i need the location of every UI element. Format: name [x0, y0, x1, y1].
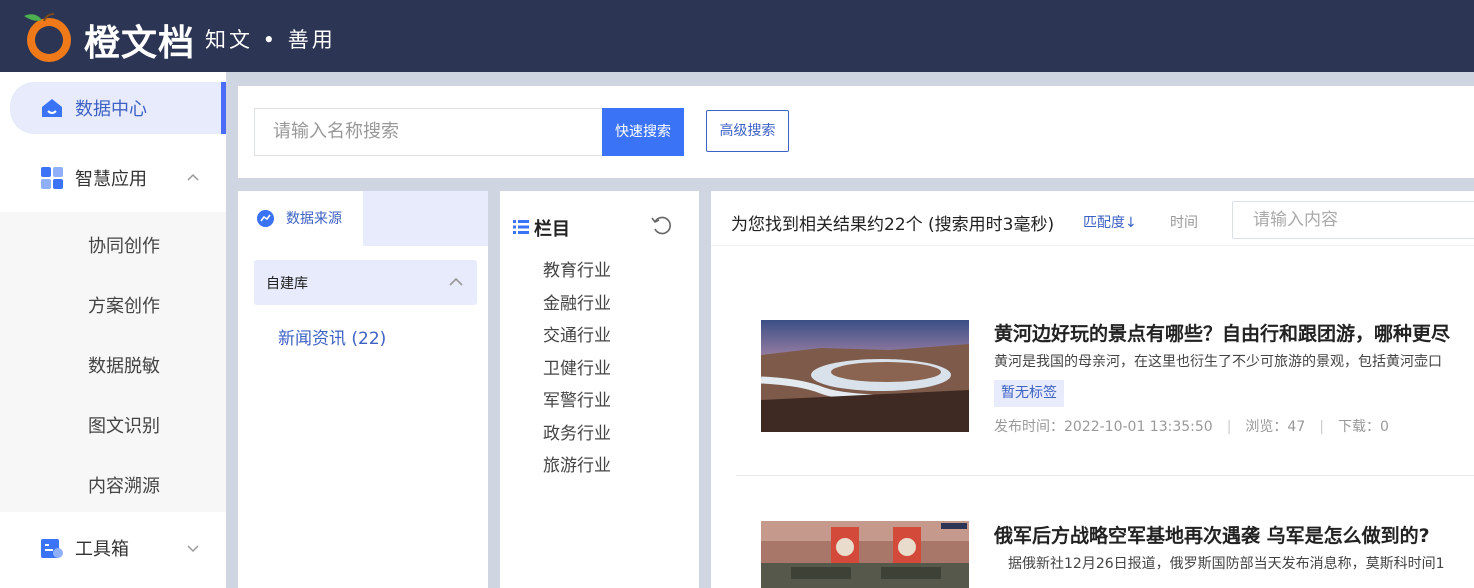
- sidebar-submenu: 协同创作 方案创作 数据脱敏 图文识别 内容溯源: [0, 212, 226, 512]
- result-meta: 发布时间：2022-10-01 13:35:50 | 浏览：47 | 下载：0: [994, 416, 1389, 436]
- category-item[interactable]: 金融行业: [543, 289, 611, 314]
- result-views: 浏览：47: [1245, 419, 1306, 435]
- sidebar-subitem[interactable]: 内容溯源: [88, 472, 160, 498]
- chevron-up-icon[interactable]: [448, 276, 464, 288]
- category-panel: 栏目 教育行业 金融行业 交通行业 卫健行业 军警行业 政务行业 旅游行业: [500, 191, 699, 588]
- top-header: 橙文档 知文 • 善用: [0, 0, 1474, 72]
- sidebar-item-label: 数据中心: [75, 99, 147, 120]
- sidebar-item-toolbox[interactable]: 工具箱: [0, 522, 226, 574]
- home-icon: [42, 99, 62, 117]
- sidebar: 数据中心 智慧应用 协同创作 方案创作 数据脱敏 图文识别 内容溯源 工具箱: [0, 72, 226, 588]
- sidebar-subitem[interactable]: 协同创作: [88, 232, 160, 258]
- result-title[interactable]: 黄河边好玩的景点有哪些？自由行和跟团游，哪种更尽: [994, 319, 1450, 346]
- result-divider: [736, 475, 1474, 476]
- sidebar-item-label: 工具箱: [75, 539, 129, 560]
- meta-separator: |: [1226, 419, 1232, 435]
- results-summary: 为您找到相关结果约22个 (搜索用时3毫秒): [731, 215, 1055, 235]
- result-published: 发布时间：2022-10-01 13:35:50: [994, 419, 1213, 435]
- sidebar-subitem[interactable]: 数据脱敏: [88, 352, 160, 378]
- result-thumbnail[interactable]: [761, 320, 969, 432]
- library-group-self-built[interactable]: 自建库: [254, 260, 477, 305]
- tab-label: 数据来源: [286, 211, 342, 227]
- toolbox-icon: [41, 539, 63, 558]
- search-panel: 请输入名称搜索 快速搜索 高级搜索: [238, 86, 1474, 178]
- data-source-panel: 数据来源 自建库 新闻资讯 (22): [238, 191, 488, 588]
- advanced-search-button[interactable]: 高级搜索: [706, 110, 789, 152]
- sort-by-time[interactable]: 时间: [1170, 212, 1198, 232]
- chevron-down-icon[interactable]: [186, 541, 200, 555]
- result-downloads: 下载：0: [1337, 419, 1389, 435]
- sort-by-relevance[interactable]: 匹配度↓: [1083, 212, 1137, 232]
- orange-logo-icon[interactable]: [22, 10, 76, 64]
- result-tag: 暂无标签: [994, 380, 1064, 407]
- category-item[interactable]: 卫健行业: [543, 354, 611, 379]
- category-item[interactable]: 交通行业: [543, 321, 611, 346]
- sidebar-item-data-center[interactable]: 数据中心: [0, 82, 226, 134]
- apps-grid-icon: [41, 167, 63, 189]
- result-summary: 黄河是我国的母亲河，在这里也衍生了不少可旅游的景观，包括黄河壶口: [994, 354, 1442, 370]
- data-source-icon: [257, 210, 274, 227]
- meta-separator: |: [1319, 419, 1324, 435]
- tab-strip-filler: [363, 191, 488, 246]
- result-thumbnail[interactable]: [761, 521, 969, 588]
- quick-search-button[interactable]: 快速搜索: [602, 108, 684, 156]
- sidebar-item-label: 智慧应用: [75, 169, 147, 190]
- sidebar-item-smart-apps[interactable]: 智慧应用: [0, 152, 226, 204]
- chevron-up-icon[interactable]: [186, 171, 200, 185]
- sidebar-subitem[interactable]: 图文识别: [88, 412, 160, 438]
- library-label: 自建库: [266, 276, 308, 292]
- category-item[interactable]: 军警行业: [543, 386, 611, 411]
- sidebar-subitem[interactable]: 方案创作: [88, 292, 160, 318]
- tab-data-source[interactable]: 数据来源: [238, 191, 363, 246]
- result-summary: 据俄新社12月26日报道，俄罗斯国防部当天发布消息称，莫斯科时间1: [1008, 556, 1445, 572]
- library-item-news[interactable]: 新闻资讯 (22): [278, 324, 386, 349]
- category-title: 栏目: [534, 219, 570, 240]
- category-item[interactable]: 政务行业: [543, 419, 611, 444]
- result-title[interactable]: 俄军后方战略空军基地再次遇袭 乌军是怎么做到的?: [994, 521, 1430, 548]
- brand-name[interactable]: 橙文档: [84, 14, 195, 66]
- search-input[interactable]: 请输入名称搜索: [254, 108, 602, 156]
- category-item[interactable]: 教育行业: [543, 256, 611, 281]
- results-panel: 为您找到相关结果约22个 (搜索用时3毫秒) 匹配度↓ 时间 请输入内容 黄河边…: [711, 191, 1474, 588]
- brand-slogan: 知文 • 善用: [205, 28, 336, 52]
- results-filter-input[interactable]: 请输入内容: [1232, 201, 1474, 239]
- refresh-icon[interactable]: [650, 214, 672, 236]
- results-toolbar: 为您找到相关结果约22个 (搜索用时3毫秒) 匹配度↓ 时间 请输入内容: [711, 191, 1474, 246]
- list-icon: [513, 220, 529, 234]
- category-item[interactable]: 旅游行业: [543, 451, 611, 476]
